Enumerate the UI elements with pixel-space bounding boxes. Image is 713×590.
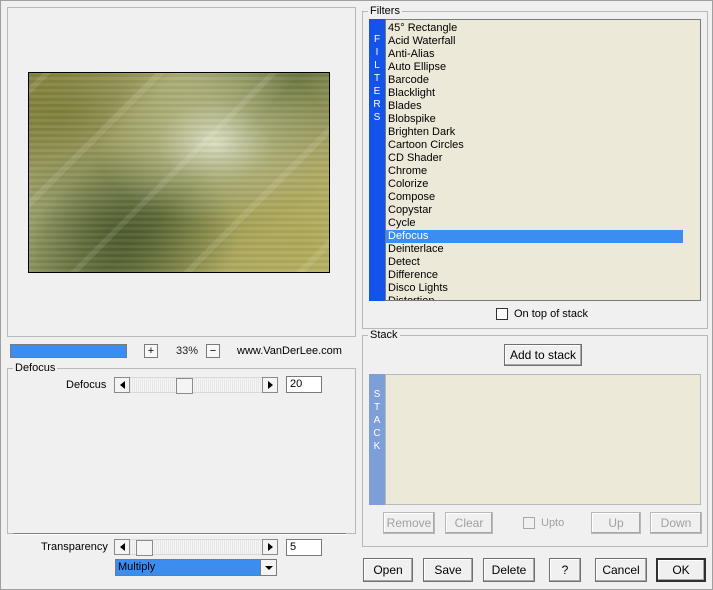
banner-letter: T <box>373 73 381 84</box>
zoom-in-button[interactable]: + <box>144 344 158 358</box>
banner-letter: T <box>373 402 381 413</box>
help-button[interactable]: ? <box>549 558 581 582</box>
filter-list-item[interactable]: Deinterlace <box>386 243 683 256</box>
stack-banner-letters: STACK <box>369 374 385 453</box>
add-to-stack-button[interactable]: Add to stack <box>504 344 582 366</box>
filter-list-item[interactable]: Detect <box>386 256 683 269</box>
delete-button[interactable]: Delete <box>483 558 535 582</box>
blend-mode-value: Multiply <box>118 561 156 573</box>
stack-group-title: Stack <box>368 329 400 341</box>
defocus-slider-thumb[interactable] <box>176 378 193 394</box>
left-arrow-icon <box>119 543 125 551</box>
filter-list-item[interactable]: Acid Waterfall <box>386 35 683 48</box>
filter-list-item[interactable]: Barcode <box>386 74 683 87</box>
transparency-slider-thumb[interactable] <box>136 540 153 556</box>
open-button[interactable]: Open <box>363 558 413 582</box>
banner-letter: A <box>373 415 381 426</box>
clear-button[interactable]: Clear <box>445 512 493 534</box>
filter-list-item[interactable]: Colorize <box>386 178 683 191</box>
transparency-increase-button[interactable] <box>262 539 278 555</box>
upto-label: Upto <box>541 517 565 529</box>
defocus-group-title: Defocus <box>13 362 58 374</box>
filter-list-item[interactable]: Copystar <box>386 204 683 217</box>
filter-list-item[interactable]: 45° Rectangle <box>386 22 683 35</box>
upto-checkbox[interactable] <box>523 517 535 529</box>
website-link[interactable]: www.VanDerLee.com <box>237 344 342 358</box>
defocus-slider-track[interactable] <box>130 377 262 394</box>
on-top-of-stack-label: On top of stack <box>514 308 588 320</box>
zoom-out-button[interactable]: − <box>206 344 220 358</box>
ok-button[interactable]: OK <box>656 558 706 582</box>
filter-list-item[interactable]: Chrome <box>386 165 683 178</box>
filter-list-item[interactable]: Defocus <box>386 230 683 243</box>
filter-list-item[interactable]: Blacklight <box>386 87 683 100</box>
filter-list-item[interactable]: Blades <box>386 100 683 113</box>
filter-list-item[interactable]: Auto Ellipse <box>386 61 683 74</box>
filters-banner: FILTERS <box>369 19 385 301</box>
left-arrow-icon <box>119 381 125 389</box>
divider <box>13 533 346 535</box>
filter-list-item[interactable]: Anti-Alias <box>386 48 683 61</box>
filter-list[interactable]: 45° Rectangle Acid Waterfall Anti-Alias Aut… <box>385 19 701 301</box>
on-top-of-stack-checkbox[interactable] <box>496 308 508 320</box>
filter-list-item[interactable]: Disco Lights <box>386 282 683 295</box>
filter-list-item[interactable]: Blobspike <box>386 113 683 126</box>
transparency-slider-track[interactable] <box>130 539 262 556</box>
banner-letter: S <box>373 112 381 123</box>
filter-list-item[interactable]: Compose <box>386 191 683 204</box>
down-button[interactable]: Down <box>650 512 702 534</box>
blend-mode-dropdown-button[interactable] <box>260 560 276 575</box>
banner-letter: L <box>374 60 380 71</box>
filter-list-item[interactable]: CD Shader <box>386 152 683 165</box>
dialog-window: + 33% − www.VanDerLee.com Defocus Defocu… <box>0 0 713 590</box>
banner-letter: C <box>373 428 381 439</box>
banner-letter: I <box>375 47 379 58</box>
banner-letter: F <box>373 34 381 45</box>
defocus-increase-button[interactable] <box>262 377 278 393</box>
progress-bar <box>10 344 127 358</box>
right-arrow-icon <box>267 543 273 551</box>
defocus-value-field[interactable]: 20 <box>286 376 322 393</box>
filter-list-item[interactable]: Cycle <box>386 217 683 230</box>
banner-letter: R <box>373 99 381 110</box>
defocus-decrease-button[interactable] <box>114 377 130 393</box>
right-arrow-icon <box>267 381 273 389</box>
stack-banner: STACK <box>369 374 385 505</box>
preview-image[interactable] <box>28 72 330 273</box>
filters-group-title: Filters <box>368 5 402 17</box>
defocus-slider-label: Defocus <box>66 379 107 391</box>
transparency-label: Transparency <box>41 541 108 553</box>
save-button[interactable]: Save <box>423 558 473 582</box>
banner-letter: E <box>373 86 381 97</box>
filter-list-item[interactable]: Brighten Dark <box>386 126 683 139</box>
transparency-value-field[interactable]: 5 <box>286 539 322 556</box>
filter-list-item[interactable]: Distortion <box>386 295 683 300</box>
filters-banner-letters: FILTERS <box>369 19 385 124</box>
stack-list[interactable] <box>385 374 701 505</box>
zoom-level: 33% <box>175 345 199 357</box>
filter-list-item[interactable]: Difference <box>386 269 683 282</box>
progress-fill <box>11 345 126 357</box>
transparency-decrease-button[interactable] <box>114 539 130 555</box>
banner-letter: K <box>373 441 381 452</box>
cancel-button[interactable]: Cancel <box>595 558 647 582</box>
filter-list-item[interactable]: Cartoon Circles <box>386 139 683 152</box>
blend-mode-select[interactable]: Multiply <box>115 559 277 576</box>
up-button[interactable]: Up <box>591 512 641 534</box>
banner-letter: S <box>373 389 381 400</box>
remove-button[interactable]: Remove <box>383 512 435 534</box>
chevron-down-icon <box>264 565 273 570</box>
